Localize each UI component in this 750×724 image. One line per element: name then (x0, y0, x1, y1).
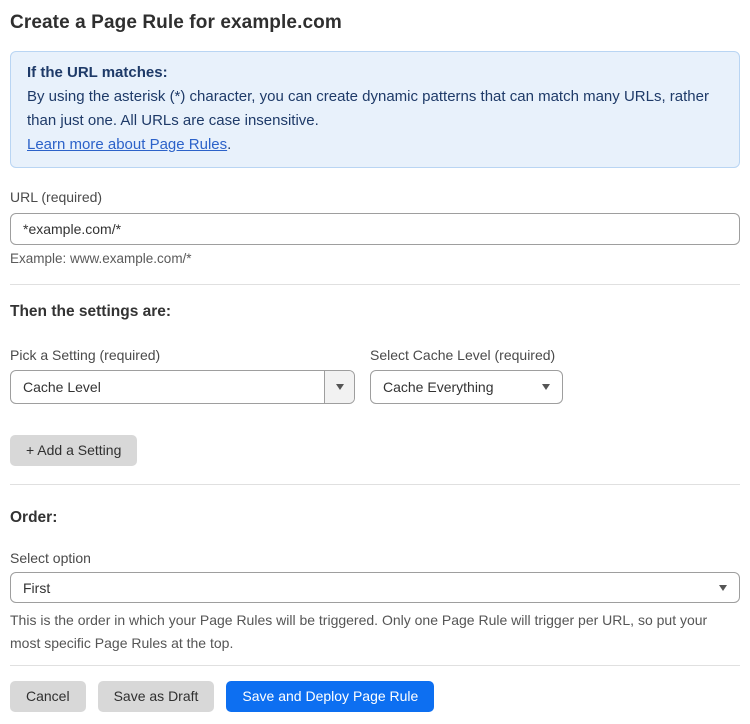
chevron-down-icon (542, 384, 550, 390)
footer-buttons: Cancel Save as Draft Save and Deploy Pag… (10, 681, 740, 712)
settings-section-heading: Then the settings are: (10, 303, 172, 320)
chevron-down-icon (335, 384, 344, 390)
url-input[interactable] (10, 213, 740, 245)
save-deploy-button[interactable]: Save and Deploy Page Rule (226, 681, 435, 712)
setting-picker-value: Cache Level (23, 379, 101, 395)
setting-picker-group: Pick a Setting (required) Cache Level (10, 347, 355, 404)
order-helper-text: This is the order in which your Page Rul… (10, 612, 708, 651)
learn-more-link[interactable]: Learn more about Page Rules (27, 136, 227, 153)
cache-level-dropdown[interactable]: Cache Everything (370, 370, 563, 404)
order-divider (10, 484, 740, 485)
url-field-helper: Example: www.example.com/* (10, 251, 192, 266)
cache-level-picker-group: Select Cache Level (required) Cache Ever… (370, 347, 563, 404)
order-section-heading: Order: (10, 509, 58, 526)
save-draft-button[interactable]: Save as Draft (97, 681, 215, 712)
link-period: . (227, 136, 232, 153)
dropdown-arrow (542, 384, 562, 390)
order-select-value: First (23, 579, 51, 596)
cache-level-value: Cache Everything (383, 379, 494, 395)
chevron-down-icon (719, 584, 727, 591)
cancel-button[interactable]: Cancel (10, 681, 86, 712)
info-box-link-line: Learn more about Page Rules. (27, 133, 723, 157)
setting-picker-dropdown[interactable]: Cache Level (10, 370, 355, 404)
order-select-dropdown[interactable]: First (10, 572, 740, 603)
info-box-heading: If the URL matches: (27, 64, 168, 81)
cache-level-picker-label: Select Cache Level (required) (370, 347, 556, 363)
footer-divider (10, 665, 740, 666)
url-matches-info-box: If the URL matches: By using the asteris… (10, 51, 740, 168)
url-field-label: URL (required) (10, 189, 103, 205)
setting-picker-label: Pick a Setting (required) (10, 347, 161, 363)
section-divider (10, 284, 740, 285)
dropdown-arrow (719, 584, 739, 591)
order-select-label: Select option (10, 550, 91, 566)
dropdown-arrow-button[interactable] (324, 371, 354, 403)
add-setting-button[interactable]: + Add a Setting (10, 435, 138, 466)
settings-row: Pick a Setting (required) Cache Level Se… (10, 347, 740, 404)
info-box-body: By using the asterisk (*) character, you… (27, 88, 709, 129)
page-title: Create a Page Rule for example.com (10, 12, 342, 33)
